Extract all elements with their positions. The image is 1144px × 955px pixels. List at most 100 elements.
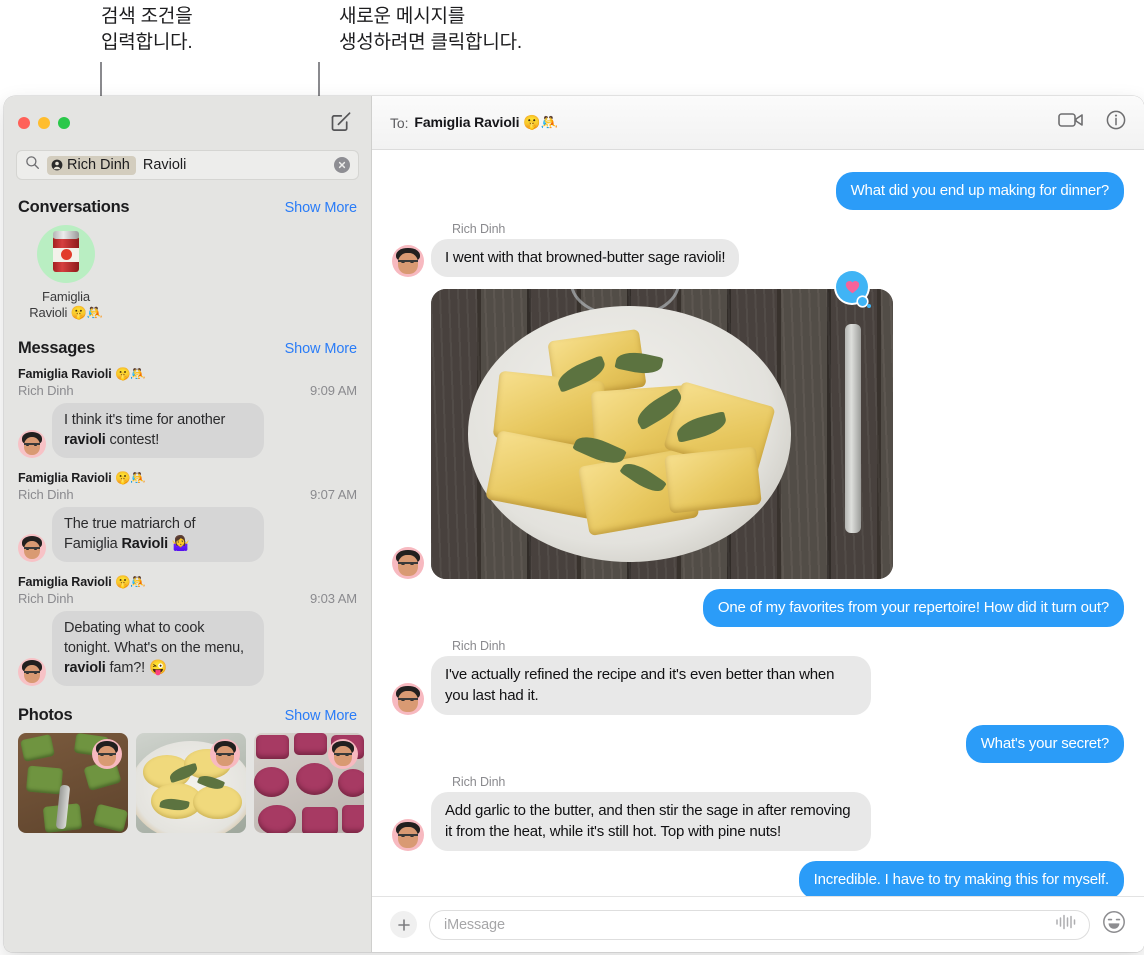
message-result-time: 9:03 AM xyxy=(310,591,357,606)
conversation-result-name-line1: Famiglia xyxy=(42,289,90,304)
record-audio-button[interactable] xyxy=(1055,914,1077,935)
conversation-result-name-line2: Ravioli 🤫🤼 xyxy=(29,305,103,320)
clear-search-button[interactable] xyxy=(334,157,350,173)
photo-message-attachment[interactable] xyxy=(431,289,893,579)
sidebar: Rich Dinh Ravioli Conversations Show Mor… xyxy=(4,96,372,952)
maximize-button[interactable] xyxy=(58,117,70,129)
compose-new-message-button[interactable] xyxy=(329,110,353,139)
message-result-sender: Rich Dinh xyxy=(18,487,74,502)
search-results-list[interactable]: Conversations Show More Famiglia Ravioli xyxy=(4,188,371,952)
heart-icon xyxy=(845,281,859,294)
info-icon xyxy=(1106,110,1126,130)
message-result-sender: Rich Dinh xyxy=(18,591,74,606)
callout-search-text: 검색 조건을 입력합니다. xyxy=(101,6,193,53)
photo-thumbnail[interactable] xyxy=(254,733,364,833)
message-bubble-incoming: Add garlic to the butter, and then stir … xyxy=(431,792,871,851)
compose-icon xyxy=(331,112,351,131)
message-result-time: 9:07 AM xyxy=(310,487,357,502)
conversations-title: Conversations xyxy=(18,198,130,216)
tomato-can-icon xyxy=(37,225,95,283)
to-label: To: xyxy=(390,114,409,131)
message-result-conversation: Famiglia Ravioli 🤫🤼 xyxy=(18,471,146,485)
message-sender-name: Rich Dinh xyxy=(452,775,506,789)
photos-results xyxy=(4,731,371,847)
messages-show-more-link[interactable]: Show More xyxy=(285,341,358,357)
window-controls xyxy=(18,117,70,129)
avatar xyxy=(328,739,358,769)
message-result-time: 9:09 AM xyxy=(310,383,357,398)
imessage-placeholder: iMessage xyxy=(444,916,505,933)
avatar xyxy=(392,547,424,579)
message-result-bubble: I think it's time for another ravioli co… xyxy=(52,403,264,458)
messages-section-header: Messages Show More xyxy=(4,329,371,364)
audio-waveform-icon xyxy=(1056,914,1076,930)
conversation-pane: To: Famiglia Ravioli 🤫🤼 What did you end… xyxy=(372,96,1144,952)
search-input[interactable]: Rich Dinh Ravioli xyxy=(16,150,359,180)
conversation-header: To: Famiglia Ravioli 🤫🤼 xyxy=(372,96,1144,150)
add-attachment-button[interactable] xyxy=(390,911,417,938)
avatar xyxy=(18,430,46,458)
message-row-outgoing: One of my favorites from your repertoire… xyxy=(392,589,1124,627)
message-row-outgoing: What did you end up making for dinner? xyxy=(392,172,1124,210)
message-result-bubble: The true matriarch of Famiglia Ravioli 🤷… xyxy=(52,507,264,562)
message-thread[interactable]: What did you end up making for dinner? R… xyxy=(372,150,1144,896)
message-row-photo xyxy=(392,271,1124,579)
message-result-highlight: ravioli xyxy=(64,432,106,448)
message-result-sender: Rich Dinh xyxy=(18,383,74,398)
message-result-text-post: contest! xyxy=(105,432,160,448)
close-button[interactable] xyxy=(18,117,30,129)
photos-show-more-link[interactable]: Show More xyxy=(285,708,358,724)
video-camera-icon xyxy=(1058,113,1083,127)
avatar xyxy=(92,739,122,769)
header-actions xyxy=(1058,110,1126,135)
conversation-title[interactable]: Famiglia Ravioli 🤫🤼 xyxy=(414,114,558,131)
imessage-input[interactable]: iMessage xyxy=(429,909,1090,940)
message-result-highlight: ravioli xyxy=(64,660,106,676)
message-result-item[interactable]: Famiglia Ravioli 🤫🤼 Rich Dinh 9:03 AM De… xyxy=(4,572,371,696)
search-query-text: Ravioli xyxy=(142,157,187,173)
avatar xyxy=(18,534,46,562)
tapback-heart-reaction[interactable] xyxy=(836,271,871,308)
message-bubble-outgoing: One of my favorites from your repertoire… xyxy=(702,589,1124,627)
minimize-button[interactable] xyxy=(38,117,50,129)
message-row-incoming: Rich Dinh I went with that browned-butte… xyxy=(392,222,1124,277)
message-composer: iMessage xyxy=(372,896,1144,952)
message-result-conversation: Famiglia Ravioli 🤫🤼 xyxy=(18,367,146,381)
message-bubble-incoming: I went with that browned-butter sage rav… xyxy=(431,239,740,277)
message-result-conversation: Famiglia Ravioli 🤫🤼 xyxy=(18,575,146,589)
message-result-text-post: 🤷‍♀️ xyxy=(167,536,190,552)
photo-thumbnail[interactable] xyxy=(136,733,246,833)
search-icon xyxy=(25,155,40,175)
messages-window: Rich Dinh Ravioli Conversations Show Mor… xyxy=(4,96,1144,952)
search-token-rich-dinh[interactable]: Rich Dinh xyxy=(47,155,136,175)
search-bar-container: Rich Dinh Ravioli xyxy=(4,150,371,188)
sidebar-titlebar xyxy=(4,96,371,150)
message-result-highlight: Ravioli xyxy=(121,536,168,552)
message-result-bubble: Debating what to cook tonight. What's on… xyxy=(52,611,264,686)
message-bubble-incoming: I've actually refined the recipe and it'… xyxy=(431,656,871,715)
message-bubble-outgoing: Incredible. I have to try making this fo… xyxy=(798,861,1124,896)
message-result-item[interactable]: Famiglia Ravioli 🤫🤼 Rich Dinh 9:07 AM Th… xyxy=(4,468,371,572)
avatar xyxy=(392,683,424,715)
message-row-outgoing: What's your secret? xyxy=(392,725,1124,763)
avatar xyxy=(210,739,240,769)
messages-title: Messages xyxy=(18,339,95,357)
photo-thumbnail[interactable] xyxy=(18,733,128,833)
message-sender-name: Rich Dinh xyxy=(452,639,506,653)
avatar xyxy=(392,819,424,851)
message-result-text-pre: Debating what to cook tonight. What's on… xyxy=(64,620,244,656)
conversations-show-more-link[interactable]: Show More xyxy=(285,200,358,216)
plus-icon xyxy=(397,918,410,931)
facetime-video-button[interactable] xyxy=(1058,110,1084,135)
avatar xyxy=(18,658,46,686)
photos-title: Photos xyxy=(18,706,73,724)
conversation-result-item[interactable]: Famiglia Ravioli 🤫🤼 xyxy=(18,225,114,321)
message-row-incoming: Rich Dinh Add garlic to the butter, and … xyxy=(392,775,1124,851)
conversation-details-button[interactable] xyxy=(1106,110,1126,135)
emoji-picker-button[interactable] xyxy=(1102,910,1126,939)
message-row-incoming: Rich Dinh I've actually refined the reci… xyxy=(392,639,1124,715)
callout-compose-text: 새로운 메시지를 생성하려면 클릭합니다. xyxy=(339,6,522,53)
message-result-item[interactable]: Famiglia Ravioli 🤫🤼 Rich Dinh 9:09 AM I … xyxy=(4,364,371,468)
conversations-section-header: Conversations Show More xyxy=(4,188,371,223)
message-row-outgoing: Incredible. I have to try making this fo… xyxy=(392,861,1124,896)
